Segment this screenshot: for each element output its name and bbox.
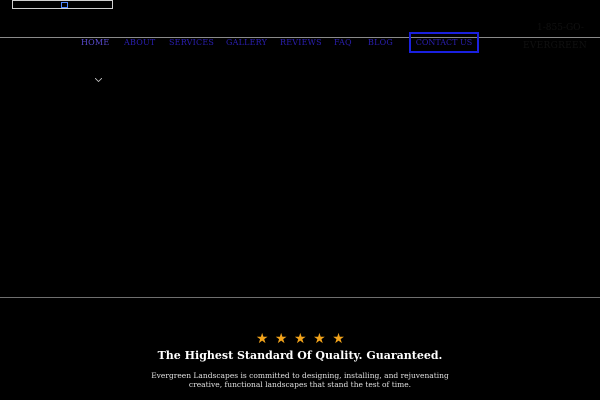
rating-stars: ★ ★ ★ ★ ★ [0,328,600,347]
phone-number[interactable]: 1-855-GO- [537,23,584,33]
contact-us-button[interactable]: CONTACT US [409,32,479,53]
nav-item-reviews[interactable]: REVIEWS [280,38,322,48]
star-icon: ★ [332,331,345,347]
star-icon: ★ [313,331,326,347]
quality-headline: The Highest Standard Of Quality. Guarant… [157,349,443,362]
main-nav: HOME ABOUT SERVICES GALLERY REVIEWS FAQ … [0,38,600,82]
nav-item-blog[interactable]: BLOG [368,38,393,48]
star-icon: ★ [294,331,307,347]
chevron-down-icon [95,78,102,82]
brand-name: EVERGREEN [523,41,588,51]
hero-divider [0,297,600,298]
star-icon: ★ [255,331,269,347]
nav-item-faq[interactable]: FAQ [334,38,352,48]
social-icon[interactable] [61,2,68,8]
quality-description: Evergreen Landscapes is committed to des… [151,371,449,389]
nav-item-home[interactable]: HOME [81,38,109,48]
star-icon: ★ [274,331,288,347]
topbar-social-box [12,0,113,9]
nav-item-services[interactable]: SERVICES [169,38,214,48]
nav-item-gallery[interactable]: GALLERY [226,38,267,48]
nav-item-about[interactable]: ABOUT [124,38,155,48]
